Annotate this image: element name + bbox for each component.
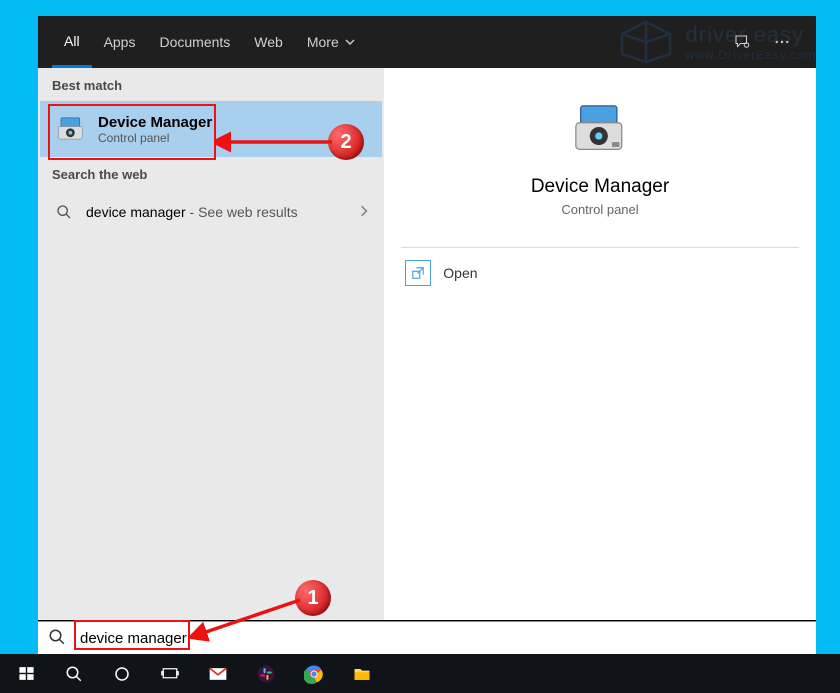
- web-result-row[interactable]: device manager - See web results: [38, 190, 384, 234]
- web-query: device manager: [86, 204, 186, 220]
- device-manager-icon: [54, 112, 88, 146]
- search-tabs: All Apps Documents Web More: [38, 16, 816, 68]
- open-action[interactable]: Open: [401, 248, 798, 298]
- tab-more[interactable]: More: [295, 16, 367, 68]
- result-subtitle: Control panel: [98, 131, 212, 145]
- result-title: Device Manager: [98, 114, 212, 131]
- preview-title: Device Manager: [531, 176, 669, 198]
- chevron-right-icon: [358, 204, 370, 220]
- chevron-down-icon: [345, 34, 355, 50]
- tab-web[interactable]: Web: [242, 16, 295, 68]
- taskbar: [0, 654, 840, 693]
- open-label: Open: [443, 265, 477, 281]
- web-result-text: device manager - See web results: [86, 204, 358, 220]
- preview-subtitle: Control panel: [561, 202, 638, 217]
- section-best-match: Best match: [38, 68, 384, 101]
- annotation-step-1: 1: [295, 580, 331, 616]
- taskbar-search-icon[interactable]: [50, 654, 98, 693]
- task-view-icon[interactable]: [146, 654, 194, 693]
- more-icon[interactable]: [762, 16, 802, 68]
- cortana-icon[interactable]: [98, 654, 146, 693]
- preview-pane: Device Manager Control panel Open: [384, 68, 816, 620]
- start-button[interactable]: [2, 654, 50, 693]
- search-icon: [52, 200, 76, 224]
- tab-all[interactable]: All: [52, 16, 92, 68]
- section-search-web: Search the web: [38, 157, 384, 190]
- open-icon: [405, 260, 431, 286]
- taskbar-app-explorer[interactable]: [338, 654, 386, 693]
- feedback-icon[interactable]: [722, 16, 762, 68]
- tab-documents[interactable]: Documents: [147, 16, 242, 68]
- search-bar: [38, 621, 816, 654]
- preview-icon: [568, 98, 632, 162]
- web-suffix: - See web results: [186, 204, 298, 220]
- search-icon: [48, 628, 68, 648]
- taskbar-app-gmail[interactable]: [194, 654, 242, 693]
- annotation-step-2: 2: [328, 124, 364, 160]
- tab-apps[interactable]: Apps: [92, 16, 148, 68]
- taskbar-app-chrome[interactable]: [290, 654, 338, 693]
- search-body: Best match Device Manager Control panel …: [38, 68, 816, 620]
- tab-more-label: More: [307, 34, 339, 50]
- result-texts: Device Manager Control panel: [98, 114, 212, 145]
- start-search-window: All Apps Documents Web More Best match: [38, 16, 816, 654]
- search-input[interactable]: [76, 628, 806, 649]
- taskbar-app-slack[interactable]: [242, 654, 290, 693]
